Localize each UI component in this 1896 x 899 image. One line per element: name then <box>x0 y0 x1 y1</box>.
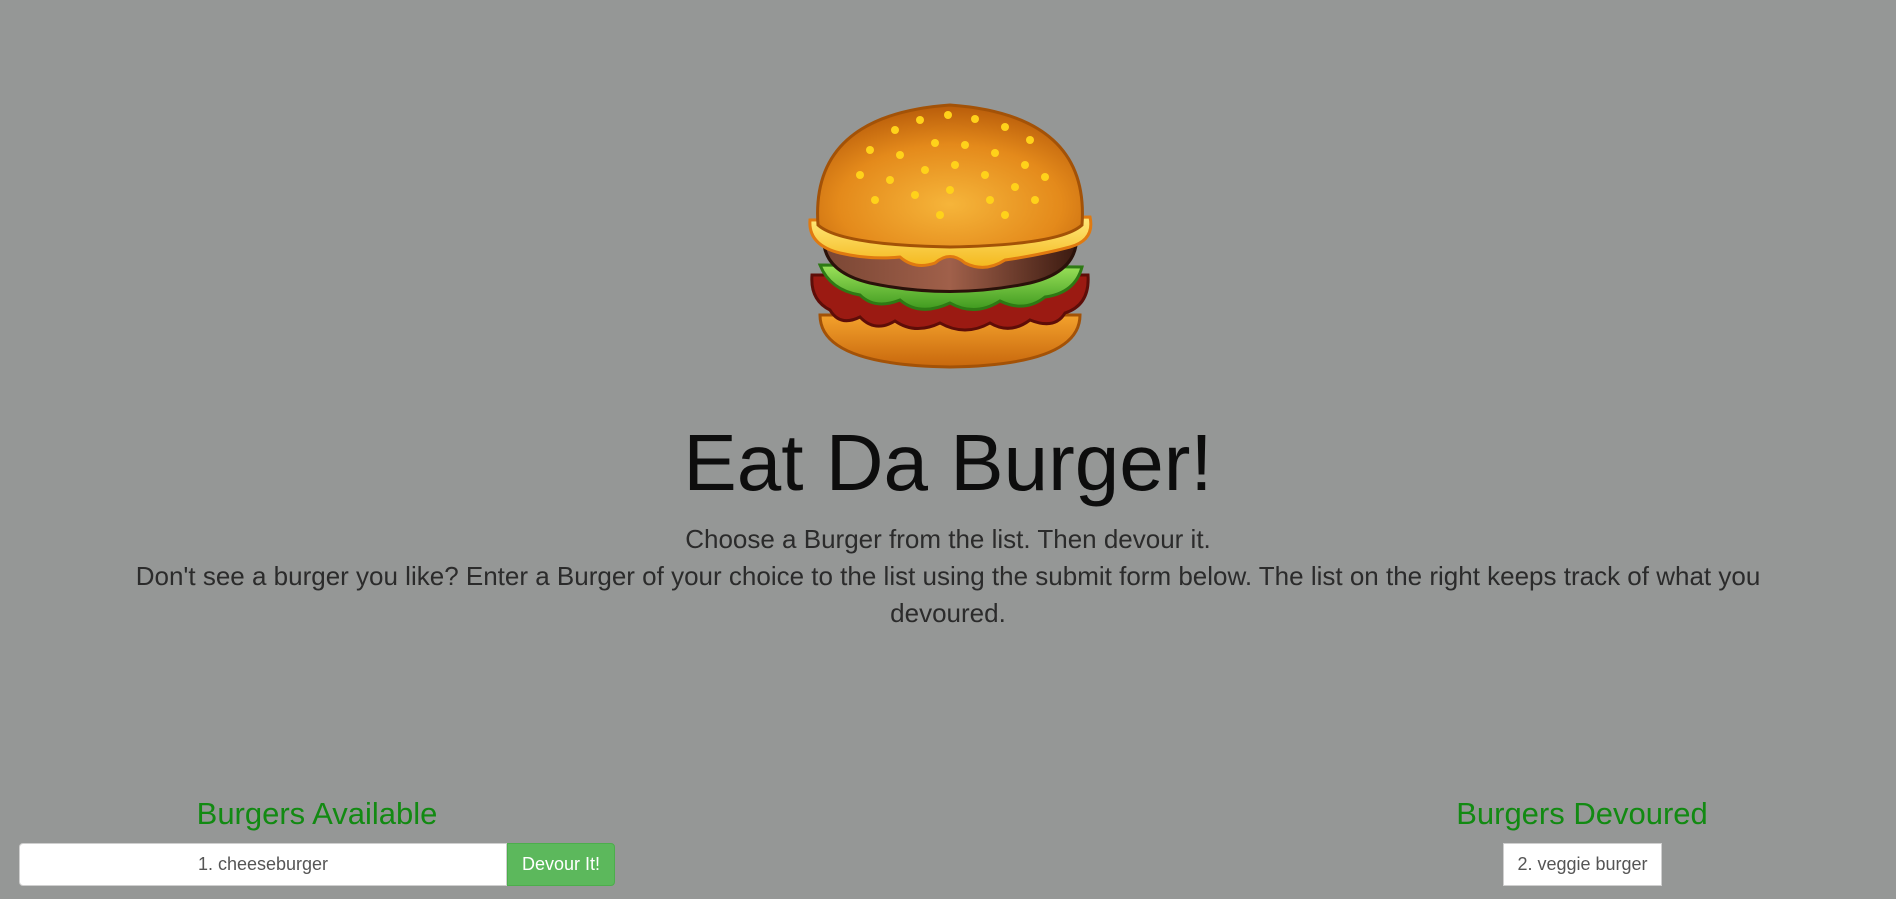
page-subtitle: Choose a Burger from the list. Then devo… <box>120 521 1776 632</box>
page: Eat Da Burger! Choose a Burger from the … <box>0 0 1896 899</box>
devour-it-button[interactable]: Devour It! <box>507 843 615 886</box>
subtitle-line-1: Choose a Burger from the list. Then devo… <box>685 524 1211 554</box>
available-burger-name: 1. cheeseburger <box>19 843 507 886</box>
available-burger-item: 1. cheeseburger Devour It! <box>19 843 615 886</box>
page-title: Eat Da Burger! <box>683 418 1213 507</box>
devoured-burger-item: 2. veggie burger <box>1503 843 1662 886</box>
burgers-devoured-heading: Burgers Devoured <box>1456 796 1708 831</box>
burgers-available-heading: Burgers Available <box>196 796 438 831</box>
hamburger-icon <box>808 103 1093 369</box>
subtitle-line-2: Don't see a burger you like? Enter a Bur… <box>135 561 1761 628</box>
